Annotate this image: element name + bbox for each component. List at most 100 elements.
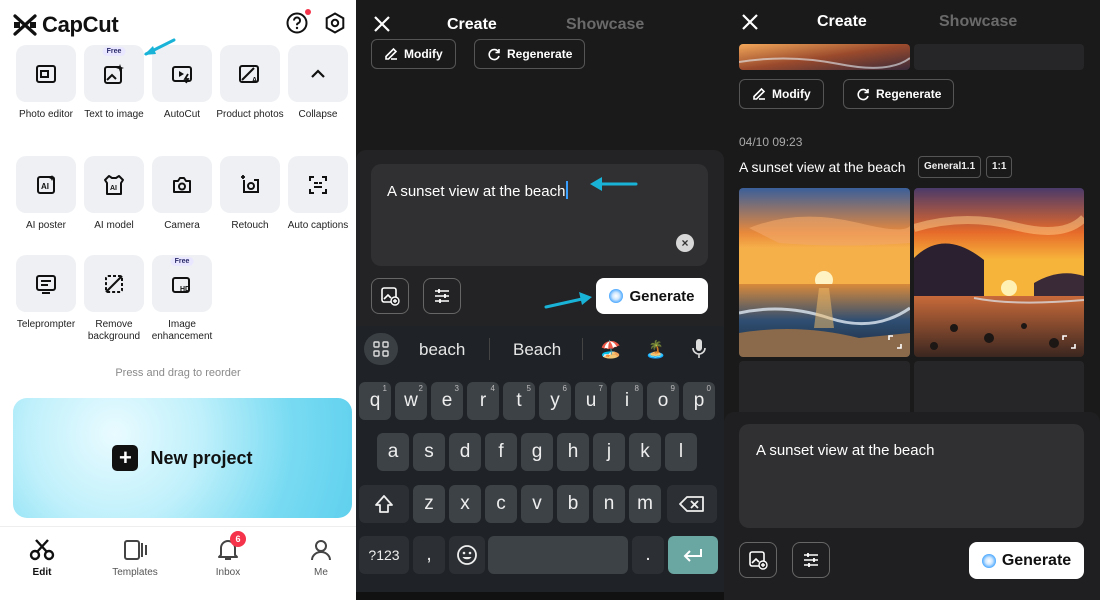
key[interactable]: p0 <box>683 382 715 420</box>
enter-key[interactable] <box>668 536 718 574</box>
tile-label: Collapse <box>298 109 338 120</box>
comma-key[interactable]: , <box>413 536 445 574</box>
nav-label: Inbox <box>215 567 241 578</box>
suggestion-3[interactable]: 🏖️ <box>600 340 621 360</box>
key[interactable]: i8 <box>611 382 643 420</box>
key[interactable]: s <box>413 433 445 471</box>
settings-gear-icon[interactable] <box>324 11 346 39</box>
generate-button[interactable]: Generate <box>969 542 1084 579</box>
settings-sliders-button[interactable] <box>792 542 830 578</box>
tab-showcase[interactable]: Showcase <box>566 16 644 34</box>
close-icon[interactable] <box>372 14 392 34</box>
regenerate-button[interactable]: Regenerate <box>474 39 586 69</box>
nav-edit[interactable]: Edit <box>7 539 77 578</box>
ai-poster-icon: AI <box>37 174 55 194</box>
tab-create[interactable]: Create <box>817 13 867 31</box>
key[interactable]: m <box>629 485 661 523</box>
generate-button[interactable]: Generate <box>596 278 708 314</box>
key[interactable]: g <box>521 433 553 471</box>
generated-image-1[interactable] <box>739 188 910 357</box>
retouch-icon <box>241 174 259 193</box>
ai-model-icon: AI <box>104 174 124 195</box>
key[interactable]: o9 <box>647 382 679 420</box>
key[interactable]: c <box>485 485 517 523</box>
tile-text-to-image[interactable]: Free Text to image <box>80 45 148 121</box>
ratio-tag: 1:1 <box>986 156 1013 178</box>
tile-collapse[interactable]: Collapse <box>284 45 352 121</box>
microphone-icon[interactable] <box>692 338 706 360</box>
key[interactable]: e3 <box>431 382 463 420</box>
key[interactable]: v <box>521 485 553 523</box>
tab-create[interactable]: Create <box>447 16 497 34</box>
nav-label: Edit <box>32 567 52 578</box>
pencil-icon <box>753 87 766 100</box>
new-project-button[interactable]: + New project <box>13 398 352 518</box>
add-image-button[interactable] <box>371 278 409 314</box>
symbols-key[interactable]: ?123 <box>359 536 409 574</box>
add-image-icon <box>381 287 400 306</box>
key[interactable]: k <box>629 433 661 471</box>
regenerate-button[interactable]: Regenerate <box>843 79 955 109</box>
key[interactable]: b <box>557 485 589 523</box>
key[interactable]: a <box>377 433 409 471</box>
tile-label: Product photos <box>216 109 284 120</box>
settings-sliders-button[interactable] <box>423 278 461 314</box>
key[interactable]: n <box>593 485 625 523</box>
clear-icon[interactable]: × <box>676 234 694 252</box>
tile-image-enhancement[interactable]: Free HD Image enhancement <box>148 255 216 343</box>
remove-background-icon <box>105 274 123 293</box>
tile-auto-captions[interactable]: Auto captions <box>284 156 352 232</box>
keyboard-menu-icon[interactable] <box>364 333 398 365</box>
backspace-key[interactable] <box>667 485 717 523</box>
close-icon[interactable] <box>740 12 760 32</box>
tile-ai-model[interactable]: AI AI model <box>80 156 148 232</box>
nav-inbox[interactable]: 6 Inbox <box>193 531 263 578</box>
prompt-input[interactable]: A sunset view at the beach × <box>371 164 708 266</box>
modify-button[interactable]: Modify <box>371 39 456 69</box>
key[interactable]: u7 <box>575 382 607 420</box>
product-photos-icon: AI <box>239 64 259 84</box>
key[interactable]: z <box>413 485 445 523</box>
tile-camera[interactable]: Camera <box>148 156 216 232</box>
shift-key[interactable] <box>359 485 409 523</box>
divider <box>582 338 583 360</box>
key[interactable]: w2 <box>395 382 427 420</box>
tile-teleprompter[interactable]: Teleprompter <box>12 255 80 331</box>
period-key[interactable]: . <box>632 536 664 574</box>
shift-icon <box>375 495 393 513</box>
tile-retouch[interactable]: Retouch <box>216 156 284 232</box>
space-key[interactable] <box>488 536 628 574</box>
key[interactable]: j <box>593 433 625 471</box>
results-panel: Create Showcase Modify Regenerate 04/10 … <box>724 0 1100 600</box>
key[interactable]: h <box>557 433 589 471</box>
generated-image-2[interactable] <box>914 188 1084 357</box>
key[interactable]: y6 <box>539 382 571 420</box>
nav-me[interactable]: Me <box>286 539 356 578</box>
on-screen-keyboard: beach Beach 🏖️ 🏝️ q1 w2 e3 r4 t5 y6 u7 i… <box>356 326 724 600</box>
previous-result-image[interactable] <box>739 44 910 70</box>
suggestion-1[interactable]: beach <box>419 340 465 360</box>
expand-icon[interactable] <box>888 335 902 349</box>
key[interactable]: r4 <box>467 382 499 420</box>
modify-button[interactable]: Modify <box>739 79 824 109</box>
key[interactable]: l <box>665 433 697 471</box>
app-header: CapCut <box>12 8 350 40</box>
prompt-input[interactable]: A sunset view at the beach <box>739 424 1084 528</box>
suggestion-2[interactable]: Beach <box>513 340 561 360</box>
tile-product-photos[interactable]: AI Product photos <box>216 45 284 121</box>
expand-icon[interactable] <box>1062 335 1076 349</box>
key[interactable]: f <box>485 433 517 471</box>
key[interactable]: x <box>449 485 481 523</box>
suggestion-4[interactable]: 🏝️ <box>645 340 666 360</box>
key[interactable]: q1 <box>359 382 391 420</box>
emoji-key[interactable] <box>449 536 485 574</box>
tab-showcase[interactable]: Showcase <box>939 13 1017 31</box>
help-icon[interactable] <box>286 8 311 39</box>
tile-remove-background[interactable]: Remove background <box>80 255 148 343</box>
nav-templates[interactable]: Templates <box>100 539 170 578</box>
add-image-button[interactable] <box>739 542 777 578</box>
key[interactable]: t5 <box>503 382 535 420</box>
tile-ai-poster[interactable]: AI AI poster <box>12 156 80 232</box>
key[interactable]: d <box>449 433 481 471</box>
tile-photo-editor[interactable]: Photo editor <box>12 45 80 121</box>
